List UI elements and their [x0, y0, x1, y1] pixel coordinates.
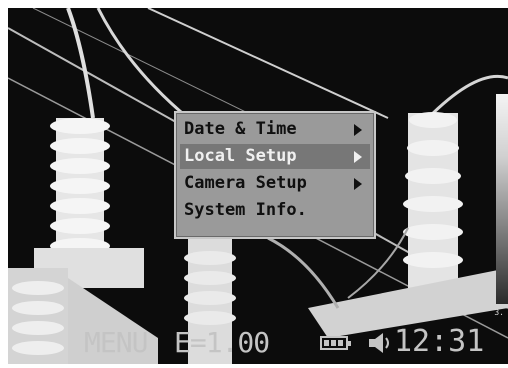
menu-item-label: System Info.: [184, 200, 307, 220]
menu-item-label: Local Setup: [184, 146, 297, 166]
speaker-icon: [369, 333, 389, 353]
menu-item-label: Date & Time: [184, 119, 297, 139]
thermal-display: 3. Date & Time Local Setup Camera Setup …: [8, 8, 508, 364]
menu-item-system-info[interactable]: System Info.: [180, 198, 370, 223]
menu-item-date-time[interactable]: Date & Time: [180, 117, 370, 142]
submenu-arrow-icon: [354, 124, 362, 136]
submenu-arrow-icon: [354, 178, 362, 190]
battery-icon: [320, 336, 351, 350]
color-scale-bar: [496, 94, 508, 304]
clock-time: 12:31: [394, 324, 485, 359]
menu-item-local-setup[interactable]: Local Setup: [180, 144, 370, 169]
menu-item-camera-setup[interactable]: Camera Setup: [180, 171, 370, 196]
status-bar: MENU E=1.00 12:31: [70, 324, 498, 359]
menu-item-label: Camera Setup: [184, 173, 307, 193]
emissivity-readout: E=1.00: [174, 326, 270, 359]
settings-menu: Date & Time Local Setup Camera Setup Sys…: [174, 111, 376, 239]
color-scale-min-label: 3.: [494, 308, 504, 317]
submenu-arrow-icon: [354, 151, 362, 163]
menu-indicator: MENU: [84, 326, 148, 359]
